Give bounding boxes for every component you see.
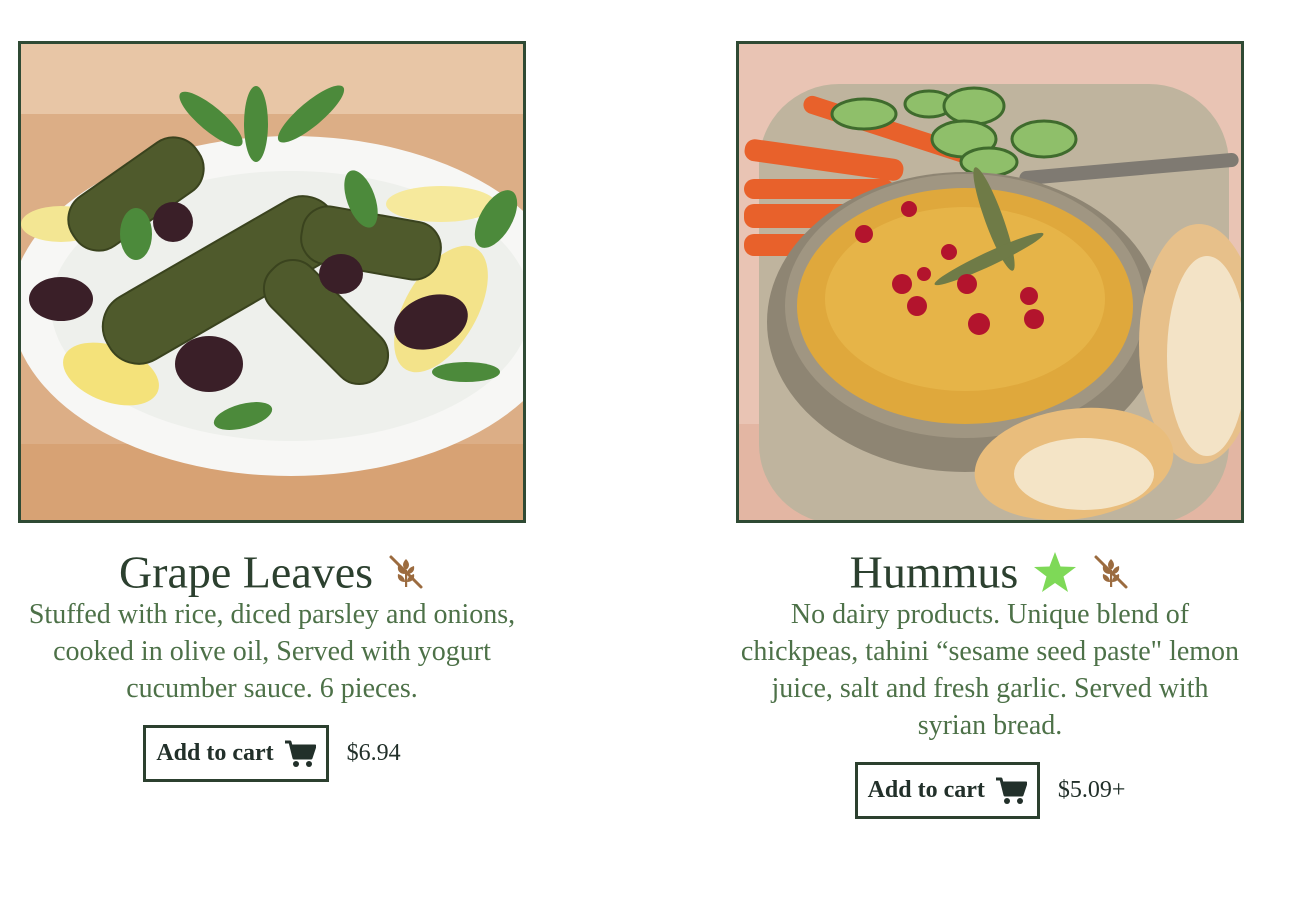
hummus-photo <box>739 44 1241 520</box>
add-to-cart-label: Add to cart <box>156 740 274 766</box>
product-price: $5.09+ <box>1057 777 1126 803</box>
product-image-grape-leaves[interactable] <box>18 41 526 523</box>
product-title-row: Hummus <box>736 542 1244 597</box>
buy-row: Add to cart $5.09+ <box>736 762 1244 819</box>
product-card-grape-leaves: Grape Leaves Stuffed with rice, diced pa… <box>18 41 526 782</box>
buy-row: Add to cart $6.94 <box>18 725 526 782</box>
product-description: Stuffed with rice, diced parsley and oni… <box>28 599 516 704</box>
product-image-hummus[interactable] <box>736 41 1244 523</box>
gluten-free-icon <box>1092 553 1130 591</box>
product-name[interactable]: Hummus <box>850 546 1019 597</box>
product-description: No dairy products. Unique blend of chick… <box>740 599 1240 741</box>
cart-icon <box>995 777 1027 805</box>
grape-leaves-photo <box>21 44 523 520</box>
add-to-cart-button[interactable]: Add to cart <box>854 762 1040 819</box>
add-to-cart-button[interactable]: Add to cart <box>143 725 329 782</box>
cart-icon <box>284 740 316 768</box>
add-to-cart-label: Add to cart <box>867 777 985 803</box>
product-name[interactable]: Grape Leaves <box>119 546 373 597</box>
product-price: $6.94 <box>346 740 401 766</box>
product-card-hummus: Hummus No dairy products. Unique blend o… <box>736 41 1244 819</box>
product-title-row: Grape Leaves <box>18 542 526 597</box>
star-icon <box>1032 550 1078 594</box>
gluten-free-icon <box>387 553 425 591</box>
